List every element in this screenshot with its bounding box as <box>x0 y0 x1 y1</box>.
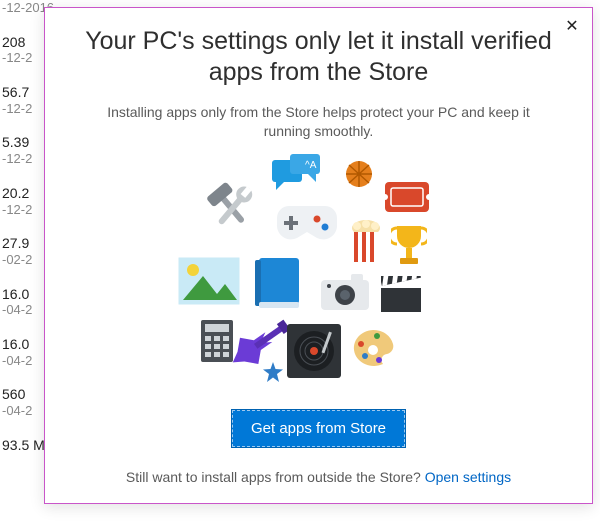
ticket-icon <box>385 182 429 212</box>
close-button[interactable]: ✕ <box>558 12 586 40</box>
star-icon <box>263 362 283 382</box>
dialog-footer: Still want to install apps from outside … <box>45 469 592 485</box>
open-settings-link[interactable]: Open settings <box>425 469 511 485</box>
store-restriction-dialog: ✕ Your PC's settings only let it install… <box>44 7 593 504</box>
clapperboard-icon <box>381 276 421 312</box>
picture-icon <box>177 256 241 306</box>
svg-text:^A: ^A <box>305 160 317 171</box>
dialog-subtitle: Installing apps only from the Store help… <box>45 97 592 148</box>
camera-icon <box>321 274 369 310</box>
book-icon <box>255 258 299 308</box>
dialog-title: Your PC's settings only let it install v… <box>45 8 592 97</box>
chat-icon: ^A <box>272 154 324 196</box>
palette-icon <box>351 328 395 368</box>
popcorn-icon <box>349 220 383 262</box>
get-apps-button[interactable]: Get apps from Store <box>232 410 405 447</box>
app-icons-illustration: ^A <box>45 152 592 402</box>
close-icon: ✕ <box>565 16 578 36</box>
gamepad-icon <box>275 202 337 244</box>
tools-icon <box>203 180 261 238</box>
turntable-icon <box>287 324 341 378</box>
get-apps-label: Get apps from Store <box>251 420 386 437</box>
basketball-icon <box>345 160 373 188</box>
trophy-icon <box>391 224 427 268</box>
footer-text: Still want to install apps from outside … <box>126 469 425 485</box>
